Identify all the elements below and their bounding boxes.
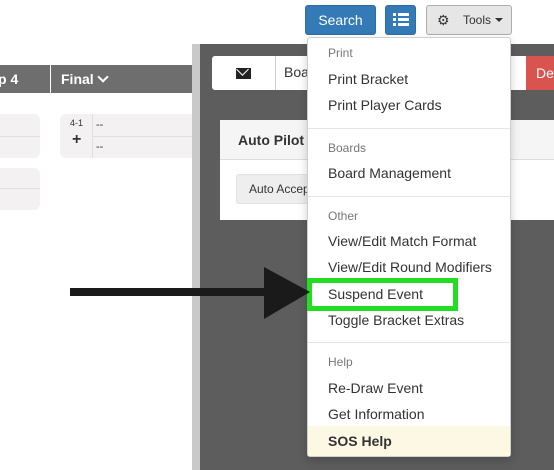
- menu-item-redraw-event[interactable]: Re-Draw Event: [328, 380, 423, 396]
- divider: [0, 188, 40, 189]
- menu-item-round-modifiers[interactable]: View/Edit Round Modifiers: [328, 259, 492, 275]
- message-button[interactable]: [212, 56, 276, 90]
- menu-item-print-player-cards[interactable]: Print Player Cards: [328, 97, 442, 113]
- search-button[interactable]: Search: [305, 5, 376, 35]
- chevron-down-icon: [97, 71, 109, 83]
- final-match-card[interactable]: 4-1 + -- --: [60, 114, 192, 158]
- round-header-label: p 4: [0, 71, 19, 87]
- player-slot[interactable]: --: [96, 141, 103, 153]
- plus-icon[interactable]: +: [72, 131, 81, 149]
- gear-icon: ⚙: [437, 12, 450, 28]
- divider: [0, 136, 40, 137]
- bracket-panel: p 4 Final 4-1 + -- --: [0, 44, 192, 470]
- menu-divider: [308, 342, 510, 343]
- tools-label: Tools: [463, 13, 492, 27]
- tools-menu: Print Print Bracket Print Player Cards B…: [307, 37, 511, 457]
- menu-header-other: Other: [328, 209, 359, 223]
- arrow-right-icon: [70, 267, 310, 319]
- menu-item-print-bracket[interactable]: Print Bracket: [328, 71, 408, 87]
- menu-header-help: Help: [328, 355, 353, 369]
- delete-button[interactable]: De: [526, 56, 554, 90]
- board-input[interactable]: Boa: [284, 64, 309, 80]
- menu-divider: [308, 196, 510, 197]
- menu-divider: [308, 128, 510, 129]
- menu-item-board-management[interactable]: Board Management: [328, 165, 451, 181]
- list-grid-icon: [393, 13, 409, 27]
- menu-item-match-format[interactable]: View/Edit Match Format: [328, 233, 476, 249]
- menu-header-print: Print: [328, 46, 353, 60]
- menu-header-boards: Boards: [328, 141, 367, 155]
- caret-down-icon: [495, 18, 503, 22]
- menu-item-toggle-bracket-extras[interactable]: Toggle Bracket Extras: [328, 312, 464, 328]
- round-header-group-4[interactable]: p 4: [0, 65, 50, 93]
- menu-item-get-information[interactable]: Get Information: [328, 406, 425, 422]
- match-card-partial[interactable]: [0, 114, 40, 158]
- panel-divider[interactable]: [192, 44, 200, 470]
- match-id: 4-1: [70, 118, 84, 128]
- envelope-icon: [236, 67, 251, 79]
- divider: [92, 136, 192, 137]
- highlight-box: [307, 278, 458, 311]
- round-header-label: Final: [61, 71, 94, 87]
- match-card-partial[interactable]: [0, 168, 40, 210]
- list-view-button[interactable]: [385, 5, 416, 35]
- menu-item-sos-help[interactable]: SOS Help: [308, 426, 510, 456]
- tools-dropdown-button[interactable]: ⚙ Tools: [426, 5, 512, 35]
- round-header-final[interactable]: Final: [51, 65, 192, 93]
- player-slot[interactable]: --: [96, 119, 103, 131]
